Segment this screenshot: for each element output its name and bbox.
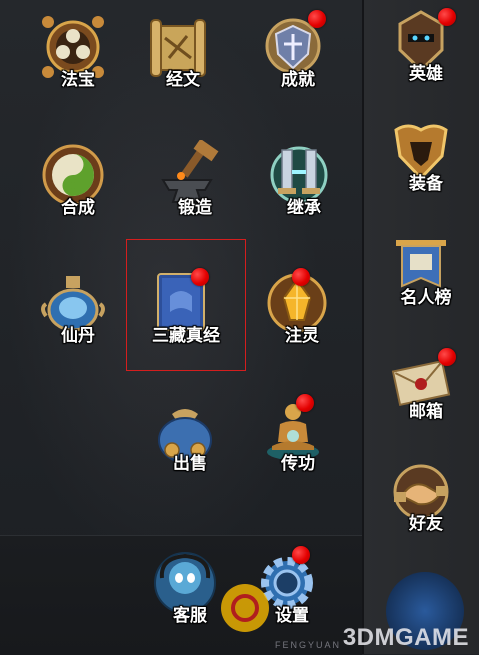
notification-badge <box>438 348 456 366</box>
menu-item-chengjiu[interactable]: 成就 <box>248 8 348 108</box>
notification-badge <box>292 268 310 286</box>
side-label-yingxiong: 英雄 <box>409 64 443 84</box>
menu-label-duanzao: 锻造 <box>178 198 212 218</box>
bottom-item-shezhi[interactable]: 设置 <box>242 544 342 644</box>
menu-item-jingwen[interactable]: 经文 <box>133 8 233 108</box>
side-item-zhuangbei[interactable]: 装备 <box>376 112 476 212</box>
bottom-label-shezhi: 设置 <box>275 606 309 626</box>
menu-label-zhuling: 注灵 <box>285 326 319 346</box>
menu-item-chushou[interactable]: 出售 <box>140 392 240 492</box>
side-label-zhuangbei: 装备 <box>409 174 443 194</box>
menu-item-duanzao[interactable]: 锻造 <box>145 136 245 236</box>
menu-item-fabao[interactable]: 法宝 <box>28 8 128 108</box>
notification-badge <box>308 10 326 28</box>
side-item-haoyou[interactable]: 好友 <box>376 452 476 552</box>
notification-badge <box>296 394 314 412</box>
side-partial-icon <box>386 572 464 650</box>
side-label-mingrenbang: 名人榜 <box>400 288 452 308</box>
side-label-youxiang: 邮箱 <box>409 402 443 422</box>
menu-item-xiandan[interactable]: 仙丹 <box>28 264 128 364</box>
menu-label-fabao: 法宝 <box>61 70 95 90</box>
menu-label-jicheng: 继承 <box>287 198 321 218</box>
menu-label-chengjiu: 成就 <box>281 70 315 90</box>
notification-badge <box>438 8 456 26</box>
menu-item-chuangong[interactable]: 传功 <box>248 392 348 492</box>
menu-label-xiandan: 仙丹 <box>61 326 95 346</box>
side-item-youxiang[interactable]: 邮箱 <box>376 340 476 440</box>
notification-badge <box>292 546 310 564</box>
bottom-label-kefu: 客服 <box>173 606 207 626</box>
side-label-haoyou: 好友 <box>409 514 443 534</box>
menu-item-jicheng[interactable]: 继承 <box>254 136 354 236</box>
menu-item-hecheng[interactable]: 合成 <box>28 136 128 236</box>
bottom-item-kefu[interactable]: 客服 <box>140 544 240 644</box>
menu-label-jingwen: 经文 <box>166 70 200 90</box>
menu-label-chuangong: 传功 <box>281 454 315 474</box>
menu-item-zhuling[interactable]: 注灵 <box>252 264 352 364</box>
side-item-yingxiong[interactable]: 英雄 <box>376 2 476 102</box>
menu-label-hecheng: 合成 <box>61 198 95 218</box>
menu-label-chushou: 出售 <box>173 454 207 474</box>
selection-highlight <box>126 239 246 371</box>
side-item-mingrenbang[interactable]: 名人榜 <box>376 226 476 326</box>
